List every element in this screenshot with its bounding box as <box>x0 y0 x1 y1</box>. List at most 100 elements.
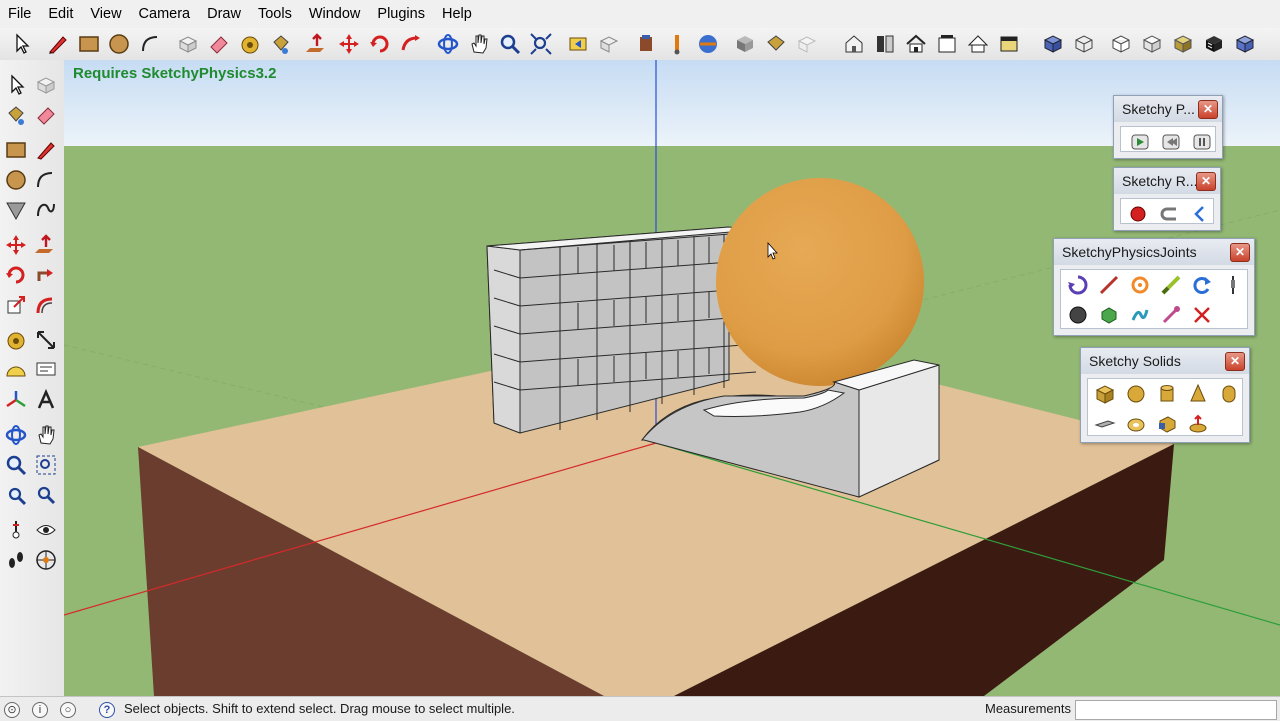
select-icon[interactable] <box>8 31 34 57</box>
close-icon[interactable]: ✕ <box>1198 100 1218 119</box>
motor-joint-icon[interactable] <box>1189 272 1215 298</box>
pan-icon[interactable] <box>32 421 60 449</box>
solid-cone-icon[interactable] <box>1185 381 1211 407</box>
close-icon[interactable]: ✕ <box>1196 172 1216 191</box>
view-iso-icon[interactable] <box>841 31 867 57</box>
paint-bucket-icon[interactable] <box>268 31 294 57</box>
model-viewport[interactable]: Requires SketchyPhysics3.2 Sketchy P... ✕… <box>64 60 1280 696</box>
close-icon[interactable]: ✕ <box>1225 352 1245 371</box>
view-back-icon[interactable] <box>965 31 991 57</box>
circle-icon[interactable] <box>106 31 132 57</box>
pan-icon[interactable] <box>466 31 492 57</box>
solid-chamfer-box-icon[interactable] <box>1154 411 1180 437</box>
polygon-icon[interactable] <box>2 196 30 224</box>
menu-window[interactable]: Window <box>301 0 370 28</box>
next-view-icon[interactable] <box>596 31 622 57</box>
share-model-icon[interactable] <box>664 31 690 57</box>
make-component-icon[interactable] <box>32 71 60 99</box>
record-icon[interactable] <box>1125 201 1151 227</box>
corkscrew-joint-icon[interactable] <box>1127 302 1153 328</box>
menu-edit[interactable]: Edit <box>40 0 82 28</box>
move-icon[interactable] <box>336 31 362 57</box>
rotate-icon[interactable] <box>2 261 30 289</box>
play-icon[interactable] <box>1127 129 1153 155</box>
tape-measure-icon[interactable] <box>237 31 263 57</box>
view-left-icon[interactable] <box>996 31 1022 57</box>
menu-file[interactable]: File <box>0 0 40 28</box>
push-pull-icon[interactable] <box>304 31 330 57</box>
dimension-icon[interactable] <box>32 326 60 354</box>
spring-joint-icon[interactable] <box>1220 272 1246 298</box>
wireframe-icon[interactable] <box>1071 31 1097 57</box>
magnet-joint-icon[interactable] <box>1158 302 1184 328</box>
servo-joint-icon[interactable] <box>1127 272 1153 298</box>
orbit-icon[interactable] <box>2 421 30 449</box>
rectangle-icon[interactable] <box>2 136 30 164</box>
text-tool-icon[interactable] <box>32 356 60 384</box>
shaded-icon[interactable] <box>1139 31 1165 57</box>
solid-convex-icon[interactable] <box>1185 411 1211 437</box>
measurements-input[interactable] <box>1075 700 1277 720</box>
solid-sphere-icon[interactable] <box>1123 381 1149 407</box>
zoom-icon[interactable] <box>2 451 30 479</box>
slider-joint-icon[interactable] <box>1096 272 1122 298</box>
push-pull-icon[interactable] <box>32 231 60 259</box>
solid-torus-icon[interactable] <box>1123 411 1149 437</box>
shaded-textures-icon[interactable] <box>1170 31 1196 57</box>
previous-view-icon[interactable] <box>565 31 591 57</box>
rewind-icon[interactable] <box>1158 129 1184 155</box>
solid-plate-icon[interactable] <box>1092 411 1118 437</box>
zoom-window-icon[interactable] <box>32 451 60 479</box>
menu-draw[interactable]: Draw <box>199 0 250 28</box>
view-top-icon[interactable] <box>872 31 898 57</box>
move-icon[interactable] <box>2 231 30 259</box>
close-icon[interactable]: ✕ <box>1230 243 1250 262</box>
axes-icon[interactable] <box>2 386 30 414</box>
eraser-icon[interactable] <box>206 31 232 57</box>
styles-icon[interactable] <box>794 31 820 57</box>
position-camera-icon[interactable] <box>2 516 30 544</box>
menu-camera[interactable]: Camera <box>131 0 200 28</box>
rectangle-icon[interactable] <box>76 31 102 57</box>
hinge-joint-icon[interactable] <box>1065 272 1091 298</box>
view-right-icon[interactable] <box>934 31 960 57</box>
rotate-icon[interactable] <box>367 31 393 57</box>
get-models-icon[interactable] <box>695 31 721 57</box>
orange-sphere[interactable] <box>716 178 924 386</box>
protractor-icon[interactable] <box>2 356 30 384</box>
xray-icon[interactable] <box>1040 31 1066 57</box>
line-pencil-icon[interactable] <box>45 31 71 57</box>
make-component-icon[interactable] <box>175 31 201 57</box>
3d-text-icon[interactable] <box>32 386 60 414</box>
select-icon[interactable] <box>2 71 30 99</box>
help-icon[interactable]: ? <box>99 702 115 718</box>
geo-location-icon[interactable]: ⊙ <box>4 702 20 718</box>
monochrome-icon[interactable] <box>1201 31 1227 57</box>
arc-icon[interactable] <box>138 31 164 57</box>
zoom-extents-icon[interactable] <box>528 31 554 57</box>
section-plane-icon[interactable] <box>32 546 60 574</box>
scale-icon[interactable] <box>2 291 30 319</box>
user-icon[interactable]: ○ <box>60 702 76 718</box>
paint-bucket-icon[interactable] <box>2 101 30 129</box>
materials-icon[interactable] <box>763 31 789 57</box>
magnet-icon[interactable] <box>1156 201 1182 227</box>
eraser-icon[interactable] <box>32 101 60 129</box>
freehand-icon[interactable] <box>32 196 60 224</box>
solid-capsule-icon[interactable] <box>1216 381 1242 407</box>
view-front-icon[interactable] <box>903 31 929 57</box>
ball-joint-icon[interactable] <box>1065 302 1091 328</box>
walk-icon[interactable] <box>2 546 30 574</box>
look-around-icon[interactable] <box>32 516 60 544</box>
offset-icon[interactable] <box>32 291 60 319</box>
follow-me-icon[interactable] <box>32 261 60 289</box>
solid-cylinder-icon[interactable] <box>1154 381 1180 407</box>
menu-view[interactable]: View <box>82 0 130 28</box>
menu-tools[interactable]: Tools <box>250 0 301 28</box>
credits-icon[interactable]: i <box>32 702 48 718</box>
arc-icon[interactable] <box>32 166 60 194</box>
menu-help[interactable]: Help <box>434 0 481 28</box>
pause-icon[interactable] <box>1189 129 1215 155</box>
circle-icon[interactable] <box>2 166 30 194</box>
piston-joint-icon[interactable] <box>1158 272 1184 298</box>
